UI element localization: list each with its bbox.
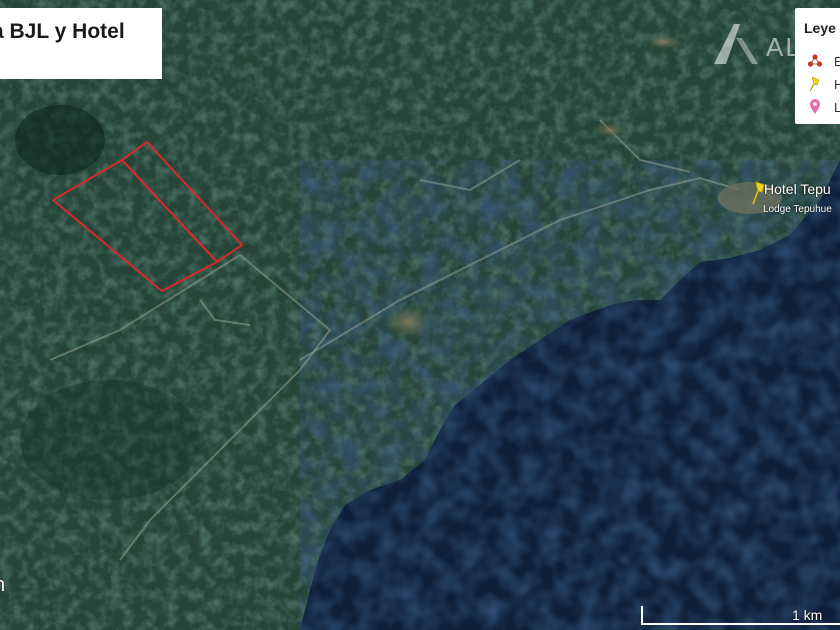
lodge-placemark-label[interactable]: Lodge Tepuhue: [763, 204, 832, 215]
valley-shadow: [20, 380, 200, 500]
legend-item-label: L: [834, 100, 840, 115]
map-legend: Leye E H L: [795, 8, 840, 124]
legend-title: Leye: [804, 20, 836, 36]
yellow-pushpin-icon: [809, 76, 820, 92]
map-title-panel: a BJL y Hotel: [0, 8, 162, 79]
valley-shadow: [15, 105, 105, 175]
clearing: [644, 34, 684, 50]
pink-pin-icon: [810, 99, 820, 114]
watermark-a-icon: [714, 24, 758, 64]
map-attribution: h: [0, 574, 5, 597]
map-title: a BJL y Hotel: [0, 20, 125, 43]
legend-item-label: H: [834, 77, 840, 92]
scale-bar-label: 1 km: [792, 607, 823, 623]
clearing: [592, 122, 628, 138]
legend-item-lodge: L: [807, 98, 840, 116]
legend-item-label: E: [834, 54, 840, 69]
legend-item-polygon: E: [807, 52, 840, 70]
satellite-map[interactable]: [0, 0, 840, 630]
polygon-vertices-icon: [807, 54, 823, 67]
clearing: [382, 304, 434, 340]
legend-item-hotel: H: [807, 75, 840, 93]
hotel-placemark-label[interactable]: Hotel Tepu: [764, 181, 831, 197]
